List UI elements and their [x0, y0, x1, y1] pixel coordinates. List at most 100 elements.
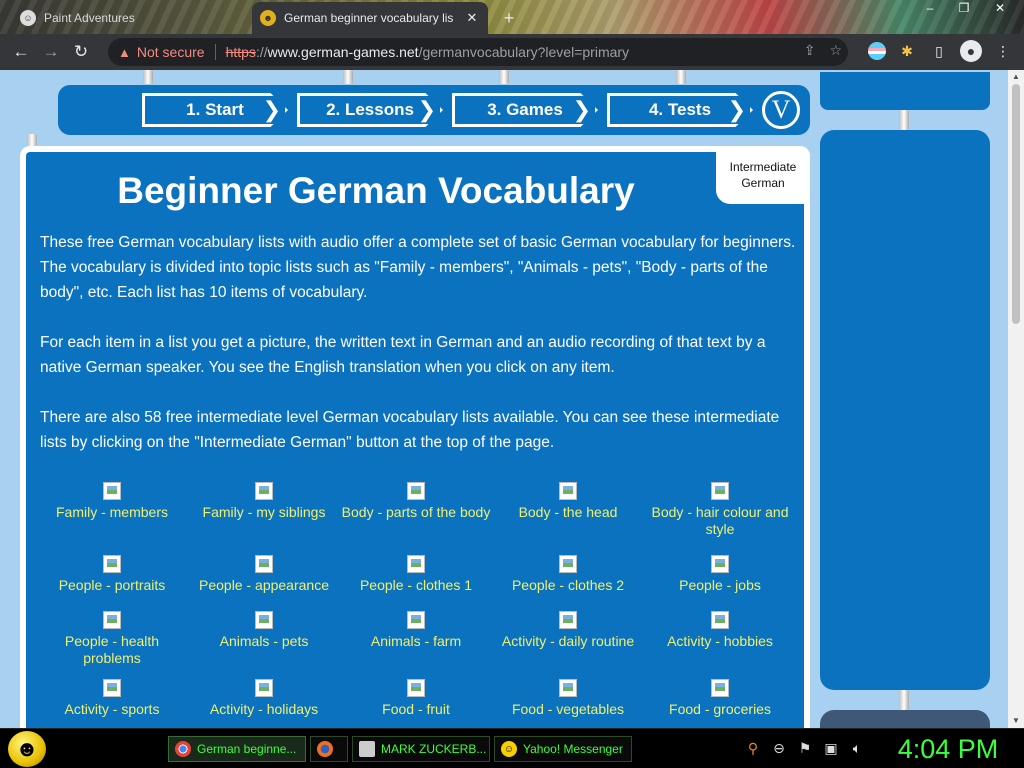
bookmark-star-icon[interactable]: ☆ [829, 42, 842, 59]
nav-start-button[interactable]: 1. Start ❯ [142, 93, 288, 127]
close-window-button[interactable]: ✕ [984, 0, 1016, 22]
topic-label: Body - hair colour and style [651, 504, 789, 537]
nav-label: 4. Tests [648, 100, 712, 119]
security-label[interactable]: Not secure [137, 44, 205, 60]
broken-image-icon [407, 679, 425, 697]
topic-link[interactable]: Body - hair colour and style [644, 482, 796, 538]
task-yahoo-messenger[interactable]: ☺ Yahoo! Messenger [494, 736, 632, 762]
maximize-button[interactable]: ❐ [948, 0, 980, 22]
vocabulary-v-button[interactable]: V [762, 91, 800, 129]
topic-label: Family - members [55, 504, 168, 520]
site-favicon-icon: ☻ [260, 10, 276, 26]
topic-link[interactable]: Activity - hobbies [644, 611, 796, 650]
nav-games-button[interactable]: 3. Games ❯ [452, 93, 598, 127]
topic-label: People - appearance [199, 577, 329, 593]
document-icon [359, 741, 375, 757]
task-document[interactable]: MARK ZUCKERB... [352, 736, 490, 762]
yahoo-messenger-icon: ☺ [501, 741, 517, 757]
topic-link[interactable]: Food - vegetables [492, 679, 644, 718]
nav-lessons-button[interactable]: 2. Lessons ❯ [297, 93, 443, 127]
task-label: MARK ZUCKERB... [381, 742, 487, 756]
main-content-panel: Intermediate German Beginner German Voca… [20, 146, 810, 728]
start-smiley-button[interactable]: ☻ [8, 731, 46, 767]
topic-label: Body - parts of the body [341, 504, 491, 520]
flag-icon[interactable]: ⚑ [796, 739, 814, 757]
intro-paragraph: These free German vocabulary lists with … [40, 234, 796, 301]
search-icon[interactable]: ⚲ [744, 739, 762, 757]
topic-link[interactable]: People - clothes 1 [340, 555, 492, 594]
intermediate-german-button[interactable]: Intermediate German [716, 146, 810, 204]
topic-link[interactable]: People - health problems [36, 611, 188, 667]
broken-image-icon [559, 482, 577, 500]
tab-german-vocabulary[interactable]: ☻ German beginner vocabulary lis ✕ [252, 2, 488, 34]
system-tray: ⚲ ⊖ ⚑ ▣ 🔈︎ [744, 739, 866, 757]
topic-link[interactable]: Activity - sports [36, 679, 188, 718]
volume-icon[interactable]: 🔈︎ [848, 739, 866, 757]
url-path: /germanvocabulary?level=primary [418, 44, 630, 60]
divider [214, 44, 216, 60]
broken-image-icon [559, 611, 577, 629]
page-title: Beginner German Vocabulary [117, 170, 635, 211]
back-arrow-icon[interactable]: ← [6, 37, 36, 67]
menu-kebab-icon[interactable]: ⋮ [992, 40, 1014, 62]
topic-link[interactable]: Body - parts of the body [340, 482, 492, 521]
topic-label: People - clothes 2 [511, 577, 625, 593]
broken-image-icon [711, 482, 729, 500]
close-tab-icon[interactable]: ✕ [462, 10, 482, 26]
network-icon[interactable]: ▣ [822, 739, 840, 757]
broken-image-icon [711, 611, 729, 629]
topic-link[interactable]: Activity - holidays [188, 679, 340, 718]
extensions-puzzle-icon[interactable]: ✱ [896, 40, 918, 62]
chevron-right-icon: ❯ [727, 97, 746, 122]
topic-link[interactable]: People - jobs [644, 555, 796, 594]
intro-paragraph: There are also 58 free intermediate leve… [40, 409, 780, 451]
task-firefox[interactable] [310, 736, 348, 762]
sidebar-panel [820, 130, 990, 690]
minus-circle-icon[interactable]: ⊖ [770, 739, 788, 757]
profile-avatar-icon[interactable]: ● [960, 40, 982, 62]
nav-label: 3. Games [487, 100, 563, 119]
scroll-down-arrow-icon[interactable]: ▼ [1008, 714, 1024, 728]
topic-link[interactable]: Family - members [36, 482, 188, 521]
scroll-up-arrow-icon[interactable]: ▲ [1008, 70, 1024, 84]
topic-link[interactable]: Food - fruit [340, 679, 492, 718]
address-bar[interactable]: ▲ Not secure https://www.german-games.ne… [108, 38, 848, 66]
topic-label: People - clothes 1 [359, 577, 473, 593]
clock[interactable]: 4:04 PM [878, 733, 1018, 765]
topic-link[interactable]: Food - groceries [644, 679, 796, 718]
topic-label: Animals - pets [219, 633, 309, 649]
tab-title: German beginner vocabulary lis [284, 11, 454, 25]
minimize-button[interactable]: – [914, 0, 946, 22]
topic-link[interactable]: Family - my siblings [188, 482, 340, 521]
reload-icon[interactable]: ↻ [66, 37, 96, 67]
broken-image-icon [103, 679, 121, 697]
chevron-right-icon: ❯ [572, 97, 591, 122]
decor-post [499, 70, 509, 84]
extension-flag-icon[interactable] [868, 42, 886, 60]
nav-label: 2. Lessons [326, 100, 414, 119]
topic-link[interactable]: People - appearance [188, 555, 340, 594]
site-nav: 1. Start ❯ 2. Lessons ❯ 3. Games ❯ 4. Tests… [58, 85, 810, 135]
nav-tests-button[interactable]: 4. Tests ❯ [607, 93, 753, 127]
topic-link[interactable]: Activity - daily routine [492, 611, 644, 650]
broken-image-icon [711, 555, 729, 573]
decor-post [143, 70, 153, 84]
scrollbar-thumb[interactable] [1012, 84, 1020, 324]
side-panel-icon[interactable]: ▯ [928, 40, 950, 62]
topic-link[interactable]: People - clothes 2 [492, 555, 644, 594]
share-icon[interactable]: ⇪ [804, 42, 816, 59]
task-chrome[interactable]: German beginne... [168, 736, 306, 762]
topic-label: People - portraits [58, 577, 166, 593]
broken-image-icon [407, 555, 425, 573]
forward-arrow-icon[interactable]: → [36, 37, 66, 67]
tab-paint-adventures[interactable]: ☺ Paint Adventures [8, 2, 248, 34]
warning-triangle-icon: ▲ [118, 44, 131, 60]
topic-link[interactable]: Animals - farm [340, 611, 492, 650]
topic-label: People - health problems [64, 633, 160, 666]
topic-link[interactable]: People - portraits [36, 555, 188, 594]
page-scrollbar[interactable]: ▲ ▼ [1008, 70, 1024, 728]
topic-link[interactable]: Body - the head [492, 482, 644, 521]
topic-link[interactable]: Animals - pets [188, 611, 340, 650]
broken-image-icon [103, 555, 121, 573]
new-tab-button[interactable]: + [498, 7, 520, 29]
